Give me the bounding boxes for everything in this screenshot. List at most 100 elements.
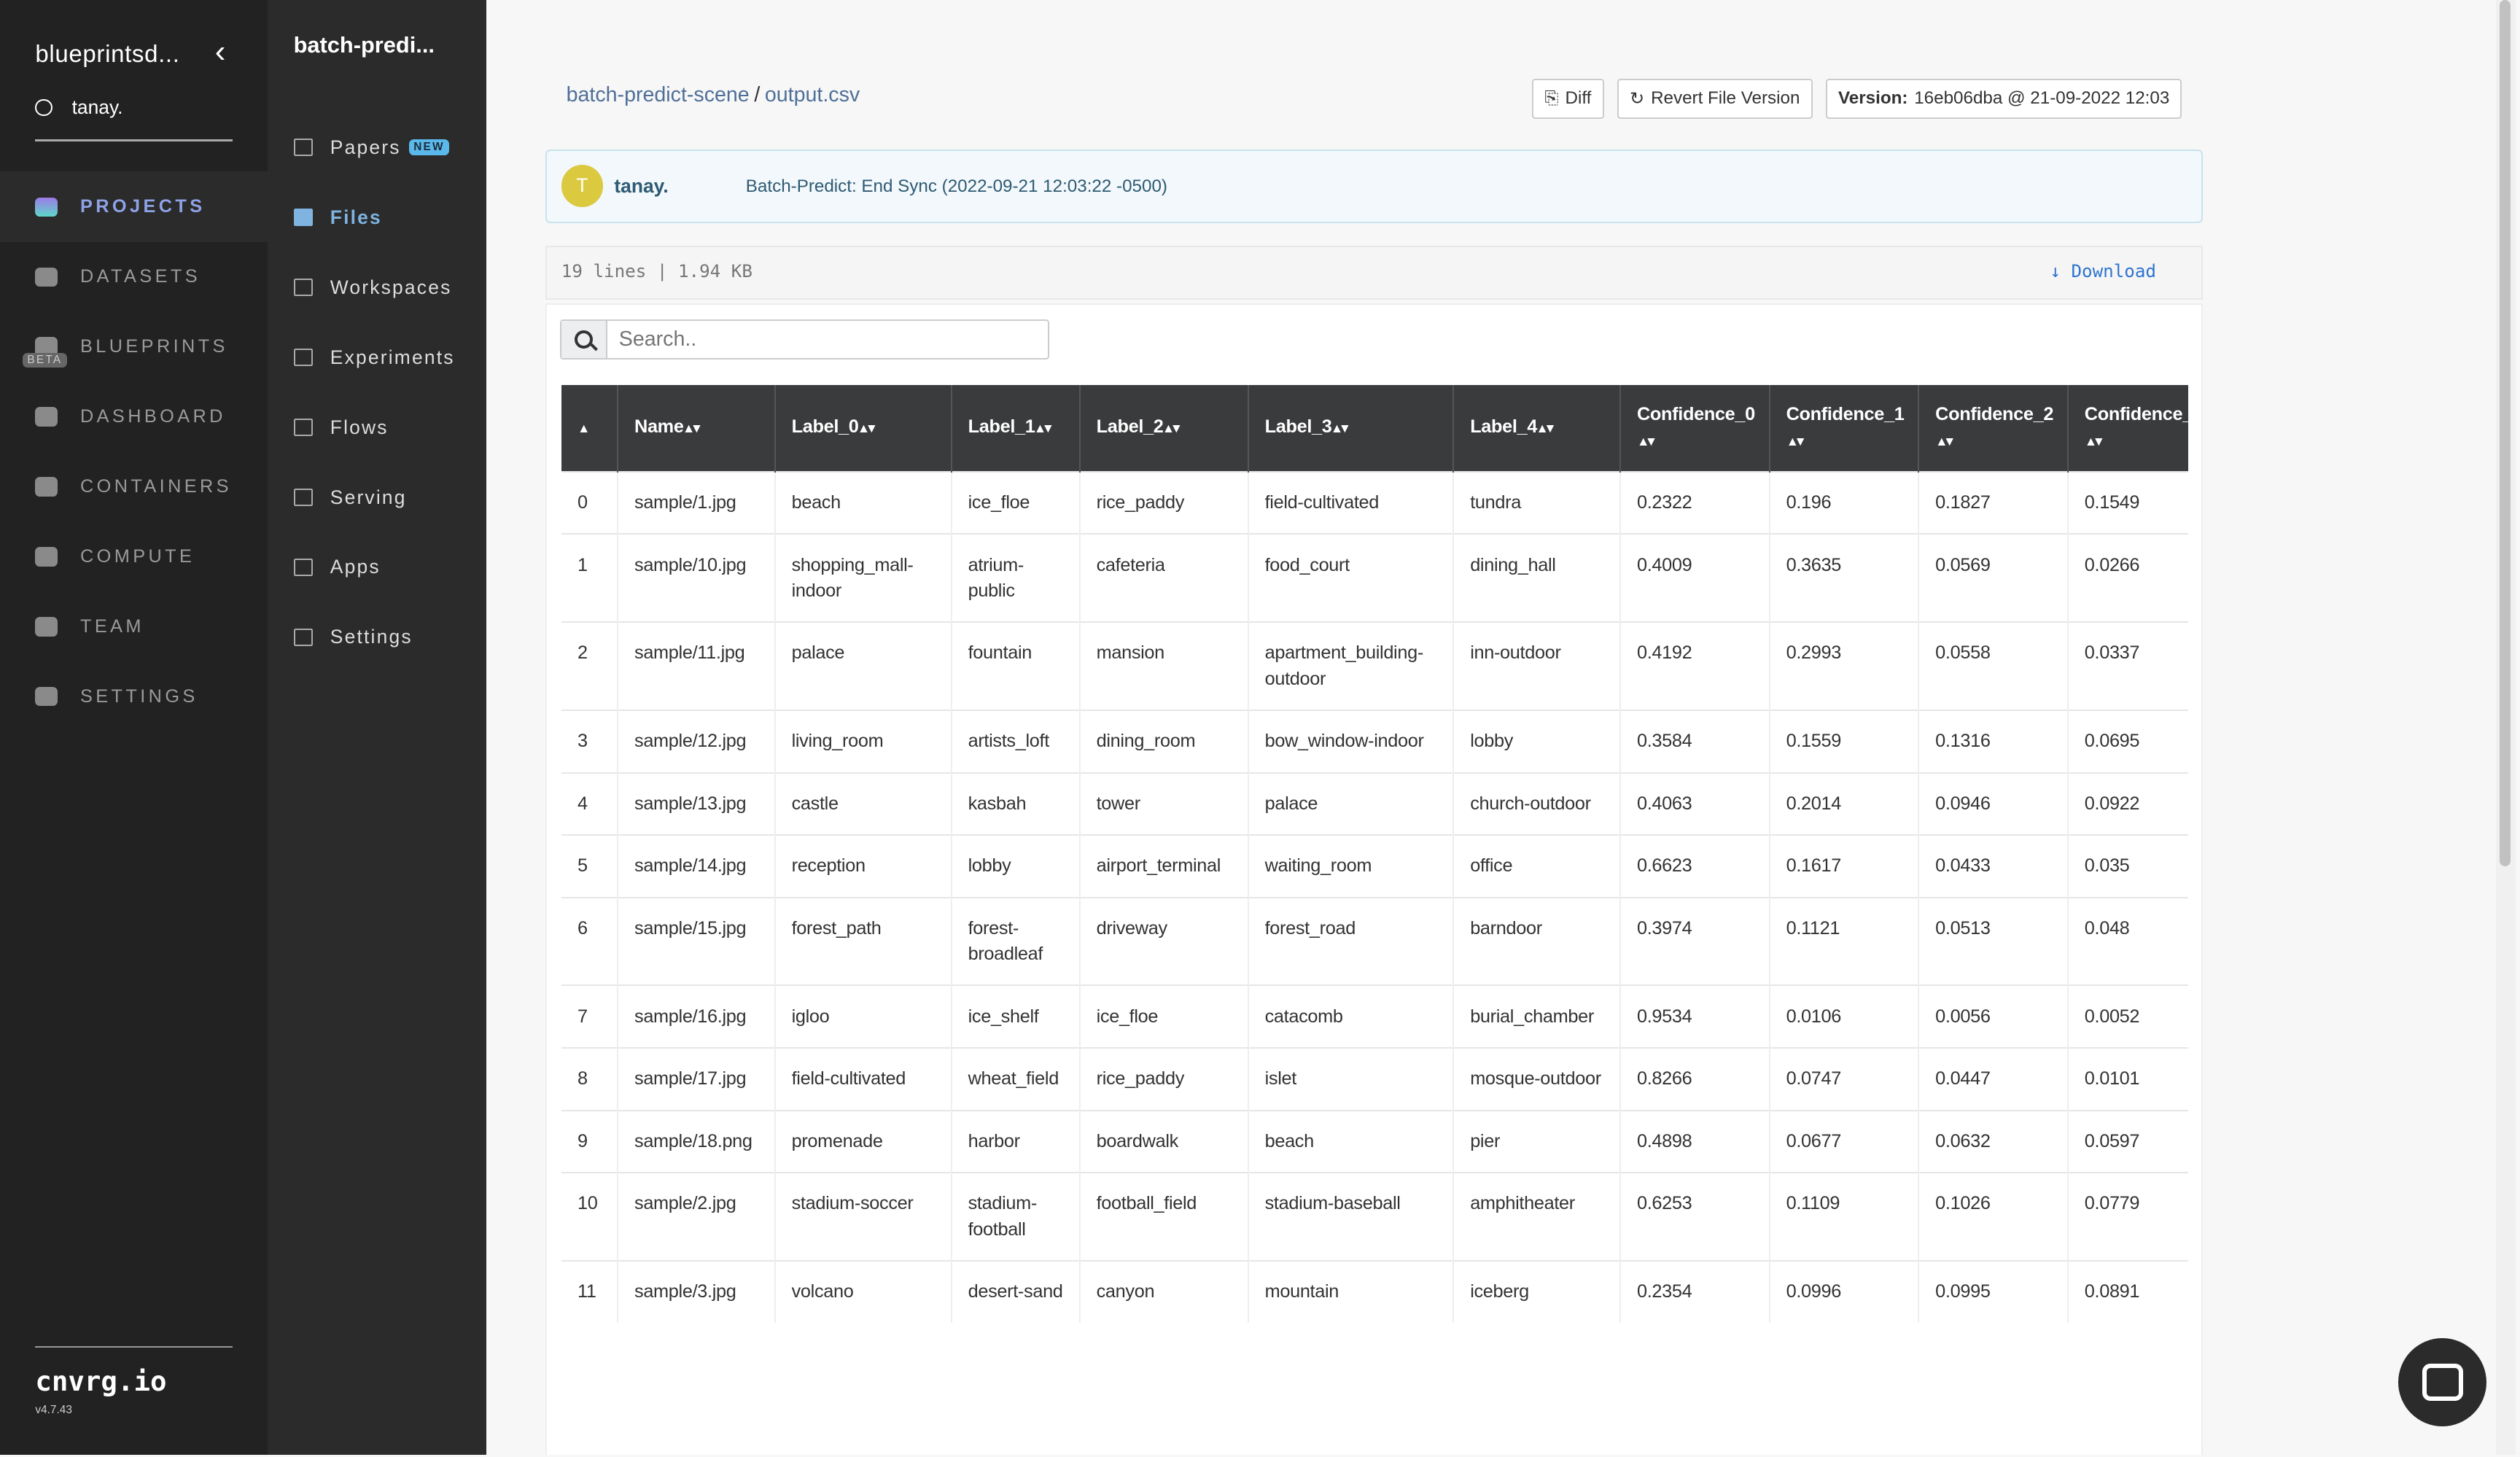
sort-icon: ▲▼ xyxy=(1636,433,1657,448)
table-cell: 0.1026 xyxy=(1918,1172,2069,1261)
table-cell: airport_terminal xyxy=(1079,834,1249,898)
table-cell: 0.0513 xyxy=(1918,896,2069,986)
commit-message[interactable]: Batch-Predict: End Sync (2022-09-21 12:0… xyxy=(746,176,1167,197)
search-button[interactable] xyxy=(561,320,608,358)
column-header-label: Confidence_3 xyxy=(2084,403,2188,424)
table-row[interactable]: 1 sample/10.jpg shopping_mall-indoor atrium… xyxy=(561,533,2188,623)
org-name[interactable]: blueprintsd... xyxy=(35,40,179,68)
beta-badge: BETA xyxy=(22,353,67,368)
table-cell: castle xyxy=(774,772,952,836)
column-header-label_2[interactable]: Label_2 ▲▼ xyxy=(1079,385,1249,472)
project-nav-settings[interactable]: Settings xyxy=(268,613,486,661)
table-row[interactable]: 7 sample/16.jpg igloo ice_shelf ice_floe cata… xyxy=(561,984,2188,1049)
table-cell: sample/3.jpg xyxy=(618,1259,776,1323)
table-cell: dining_hall xyxy=(1453,533,1621,623)
table-row[interactable]: 9 sample/18.png promenade harbor boardwalk be… xyxy=(561,1109,2188,1173)
chat-button[interactable] xyxy=(2398,1337,2486,1426)
table-row[interactable]: 2 sample/11.jpg palace fountain mansion apart… xyxy=(561,621,2188,710)
project-nav-workspaces[interactable]: Workspaces xyxy=(268,263,486,311)
column-header-index[interactable]: ▲ xyxy=(561,385,618,472)
sidebar-item-dashboard[interactable]: DASHBOARD xyxy=(0,381,268,452)
table-cell: 0.0597 xyxy=(2067,1109,2188,1173)
table-cell: stadium-football xyxy=(951,1172,1081,1261)
table-row[interactable]: 3 sample/12.jpg living_room artists_loft din… xyxy=(561,709,2188,773)
project-nav-experiments[interactable]: Experiments xyxy=(268,333,486,381)
column-header-label_3[interactable]: Label_3 ▲▼ xyxy=(1248,385,1455,472)
table-cell: 0.3584 xyxy=(1619,709,1770,773)
books-icon: BETA xyxy=(22,337,67,368)
breadcrumb-file-link[interactable]: output.csv xyxy=(765,83,860,106)
table-cell: 0.035 xyxy=(2067,834,2188,898)
table-row[interactable]: 11 sample/3.jpg volcano desert-sand canyon mo… xyxy=(561,1259,2188,1323)
table-cell: rice_paddy xyxy=(1079,470,1249,535)
breadcrumb-project-link[interactable]: batch-predict-scene xyxy=(567,83,750,106)
column-header-confidence_1[interactable]: Confidence_1 ▲▼ xyxy=(1769,385,1920,472)
csv-table-container[interactable]: ▲ Name ▲▼ Label_0 ▲▼ Label_1 ▲▼ Label_2 ▲▼ La… xyxy=(561,385,2188,1323)
flask-icon xyxy=(293,349,313,367)
grid-icon xyxy=(293,559,313,576)
project-nav-serving[interactable]: Serving xyxy=(268,473,486,521)
project-title: batch-predi... xyxy=(293,32,435,58)
table-row[interactable]: 5 sample/14.jpg reception lobby airport_term… xyxy=(561,834,2188,898)
user-menu[interactable]: tanay. xyxy=(35,96,123,119)
table-cell: igloo xyxy=(774,984,952,1049)
download-button[interactable]: ↓ Download xyxy=(2050,261,2156,281)
project-nav-apps[interactable]: Apps xyxy=(268,543,486,591)
table-cell: 0.0995 xyxy=(1918,1259,2069,1323)
commit-user[interactable]: tanay. xyxy=(614,175,668,198)
sidebar-item-containers[interactable]: CONTAINERS xyxy=(0,451,268,522)
table-cell: 0.0056 xyxy=(1918,984,2069,1049)
sidebar-item-label: DASHBOARD xyxy=(79,406,226,427)
revert-file-version-button[interactable]: ↻ Revert File Version xyxy=(1617,78,1813,119)
table-cell: promenade xyxy=(774,1109,952,1173)
sidebar-item-label: CONTAINERS xyxy=(79,475,232,497)
column-header-label: Label_2 xyxy=(1096,416,1164,438)
table-row[interactable]: 4 sample/13.jpg castle kasbah tower palace chu… xyxy=(561,772,2188,836)
collapse-chevron-left-icon[interactable]: ‹ xyxy=(215,34,226,70)
version-select[interactable]: Version: 16eb06dba @ 21-09-2022 12:03 xyxy=(1825,78,2182,119)
search-input[interactable] xyxy=(607,320,1038,358)
project-nav-papers[interactable]: Papers NEW xyxy=(268,123,486,171)
team-icon xyxy=(35,617,58,637)
sort-icon: ▲▼ xyxy=(1935,433,1956,448)
sidebar-item-settings[interactable]: SETTINGS xyxy=(0,661,268,732)
column-header-confidence_3[interactable]: Confidence_3 ▲▼ xyxy=(2067,385,2188,472)
table-cell: sample/1.jpg xyxy=(618,470,776,535)
chat-icon xyxy=(2422,1363,2463,1402)
column-header-confidence_2[interactable]: Confidence_2 ▲▼ xyxy=(1918,385,2069,472)
table-row[interactable]: 10 sample/2.jpg stadium-soccer stadium-foot… xyxy=(561,1172,2188,1261)
table-cell: 0.0632 xyxy=(1918,1109,2069,1173)
sidebar-item-datasets[interactable]: DATASETS xyxy=(0,241,268,312)
project-nav-flows[interactable]: Flows xyxy=(268,403,486,451)
sort-icon: ▲▼ xyxy=(1162,421,1183,436)
table-cell: amphitheater xyxy=(1453,1172,1621,1261)
column-header-label_1[interactable]: Label_1 ▲▼ xyxy=(951,385,1081,472)
table-cell: 9 xyxy=(561,1109,618,1173)
table-row[interactable]: 0 sample/1.jpg beach ice_floe rice_paddy fiel… xyxy=(561,470,2188,535)
table-row[interactable]: 6 sample/15.jpg forest_path forest-broadlea… xyxy=(561,896,2188,986)
table-row[interactable]: 8 sample/17.jpg field-cultivated wheat_fiel… xyxy=(561,1047,2188,1111)
table-cell: 0.0101 xyxy=(2067,1047,2188,1111)
column-header-label_0[interactable]: Label_0 ▲▼ xyxy=(774,385,952,472)
column-header-label_4[interactable]: Label_4 ▲▼ xyxy=(1453,385,1621,472)
sidebar-item-team[interactable]: TEAM xyxy=(0,591,268,662)
scrollbar-thumb[interactable] xyxy=(2499,0,2511,866)
project-nav-files[interactable]: Files xyxy=(268,193,486,241)
sidebar-item-compute[interactable]: COMPUTE xyxy=(0,521,268,592)
table-cell: field-cultivated xyxy=(774,1047,952,1111)
sidebar-item-label: COMPUTE xyxy=(79,545,195,567)
table-cell: 11 xyxy=(561,1259,618,1323)
table-cell: mansion xyxy=(1079,621,1249,710)
sidebar-item-projects[interactable]: PROJECTS xyxy=(0,171,268,243)
column-header-name[interactable]: Name ▲▼ xyxy=(618,385,776,472)
table-cell: volcano xyxy=(774,1259,952,1323)
clipboard-icon xyxy=(293,279,313,297)
copy-icon: ⎘ xyxy=(1544,88,1559,109)
table-cell: 0.0677 xyxy=(1769,1109,1920,1173)
diff-button[interactable]: ⎘ Diff xyxy=(1532,78,1604,119)
scrollbar[interactable] xyxy=(2496,0,2516,1456)
sidebar-item-blueprints[interactable]: BETA BLUEPRINTS xyxy=(0,311,268,382)
column-header-confidence_0[interactable]: Confidence_0 ▲▼ xyxy=(1619,385,1770,472)
table-cell: palace xyxy=(774,621,952,710)
table-cell: catacomb xyxy=(1248,984,1455,1049)
